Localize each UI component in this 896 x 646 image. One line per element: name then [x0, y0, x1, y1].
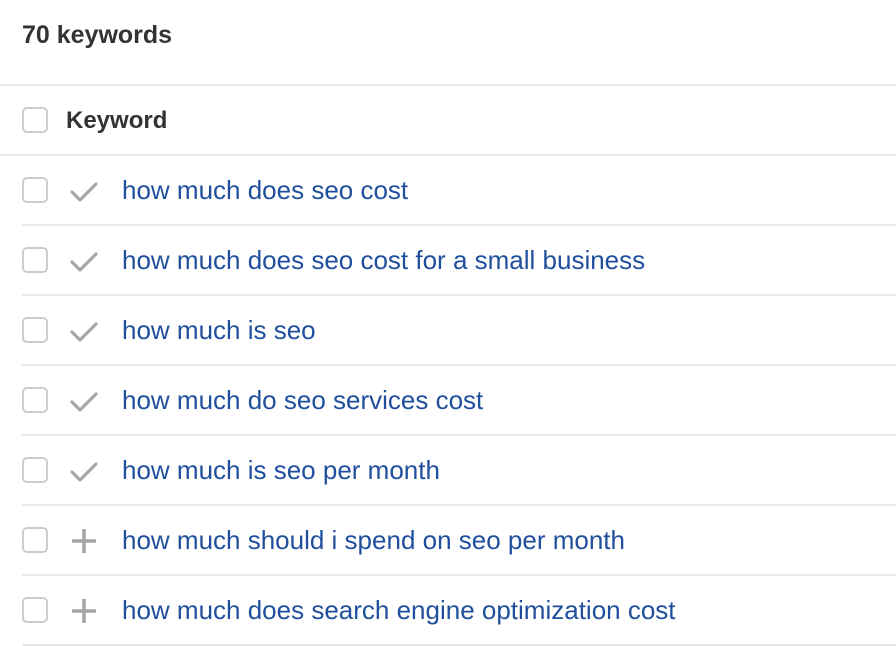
- keyword-link[interactable]: how much does seo cost for a small busin…: [122, 243, 645, 277]
- keywords-count-title: 70 keywords: [22, 21, 173, 49]
- keyword-link[interactable]: how much is seo: [122, 313, 316, 347]
- table-row: how much is seo per month: [0, 436, 896, 506]
- plus-icon[interactable]: [68, 595, 100, 627]
- row-checkbox[interactable]: [22, 387, 48, 413]
- plus-icon[interactable]: [68, 525, 100, 557]
- table-row: how much does seo cost: [0, 156, 896, 226]
- keyword-link[interactable]: how much should i spend on seo per month: [122, 523, 625, 557]
- row-checkbox[interactable]: [22, 247, 48, 273]
- table-row: how much is seo: [0, 296, 896, 366]
- keyword-link[interactable]: how much does seo cost: [122, 173, 408, 207]
- row-checkbox[interactable]: [22, 527, 48, 553]
- table-row: how much does seo cost for a small busin…: [0, 226, 896, 296]
- keyword-column-header[interactable]: Keyword: [66, 105, 167, 137]
- row-checkbox[interactable]: [22, 457, 48, 483]
- table-row: how much does search engine optimization…: [0, 576, 896, 646]
- row-checkbox[interactable]: [22, 317, 48, 343]
- table-row: how much do seo services cost: [0, 366, 896, 436]
- table-header-row: Keyword: [0, 87, 896, 155]
- check-icon[interactable]: [68, 455, 100, 487]
- table-row: how much should i spend on seo per month: [0, 506, 896, 576]
- check-icon[interactable]: [68, 385, 100, 417]
- check-icon[interactable]: [68, 245, 100, 277]
- check-icon[interactable]: [68, 175, 100, 207]
- row-checkbox[interactable]: [22, 597, 48, 623]
- select-all-checkbox[interactable]: [22, 107, 48, 133]
- keyword-link[interactable]: how much is seo per month: [122, 453, 440, 487]
- row-checkbox[interactable]: [22, 177, 48, 203]
- divider: [0, 84, 896, 86]
- keyword-link[interactable]: how much does search engine optimization…: [122, 593, 676, 627]
- check-icon[interactable]: [68, 315, 100, 347]
- keyword-link[interactable]: how much do seo services cost: [122, 383, 483, 417]
